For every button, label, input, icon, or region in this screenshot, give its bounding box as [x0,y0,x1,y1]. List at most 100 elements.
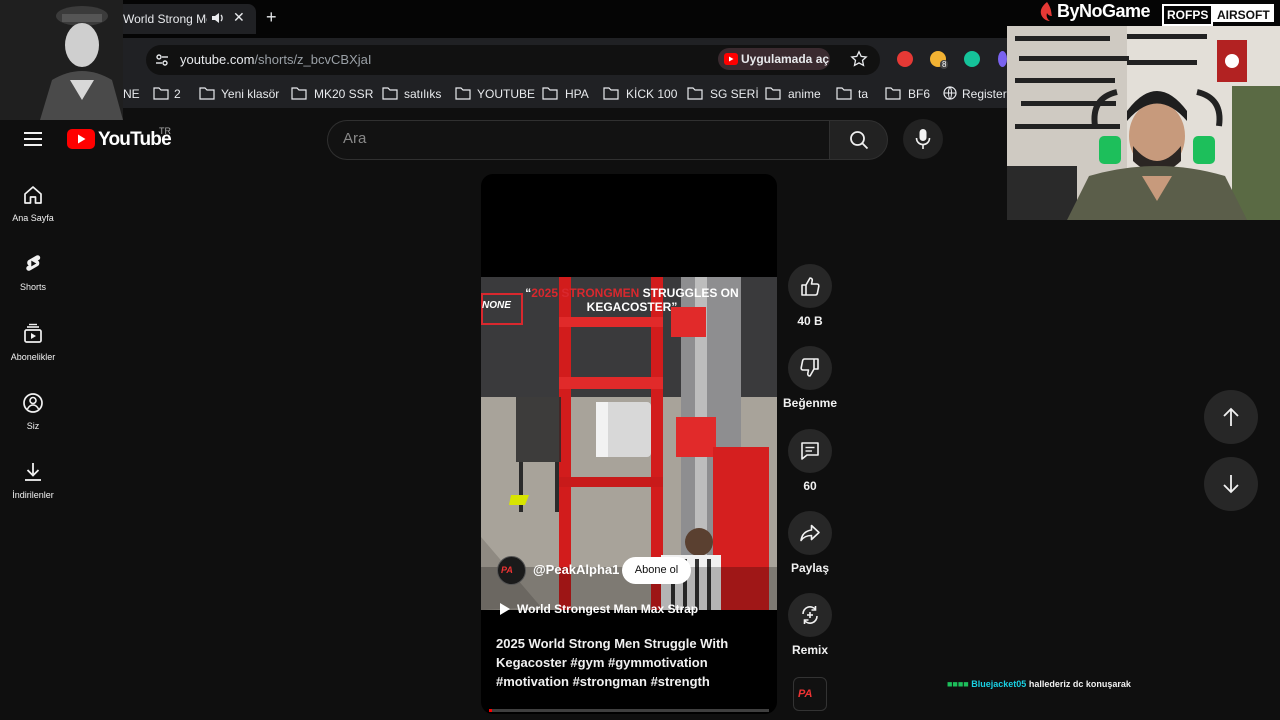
shorts-icon [26,255,41,271]
download-icon [25,463,41,481]
brand-logo-icon [1040,2,1052,21]
folder-icon [885,87,901,100]
url-text[interactable]: youtube.com/shorts/z_bcvCBXjaI [180,52,371,67]
folder-icon [542,87,558,100]
sidebar-item-label: Abonelikler [10,352,56,362]
extension-purple-icon[interactable] [998,51,1007,67]
chat-message: ■■■■ Bluejacket05 hallederiz dc konuşara… [947,679,1131,689]
sponsor-badge-right: AIRSOFT [1213,4,1274,22]
channel-avatar-initials: PA [501,565,513,575]
home-icon [24,186,42,204]
speaker-icon[interactable] [210,10,226,26]
bookmark-folder[interactable]: BF6 [908,87,930,101]
sidebar-item-subscriptions[interactable]: Abonelikler [0,320,66,386]
chat-text: hallederiz dc konuşarak [1028,679,1131,689]
tab-title: World Strong Men [123,12,207,26]
video-description[interactable]: 2025 World Strong Men Struggle With Kega… [496,634,756,691]
microphone-icon [915,129,931,149]
region-code: TR [159,126,171,136]
folder-icon [765,87,781,100]
folder-icon [603,87,619,100]
bookmark-folder[interactable]: SG SERİ [710,87,759,101]
url-path: /shorts/z_bcvCBXjaI [254,52,372,67]
subscribe-button[interactable]: Abone ol [622,557,691,584]
menu-icon[interactable] [22,130,44,148]
webcam-image [1007,26,1280,220]
previous-short-button[interactable] [1204,390,1258,444]
bookmark-folder[interactable]: Yeni klasör [221,87,279,101]
search-placeholder: Ara [343,130,367,147]
bookmark-folder[interactable]: satılıks [404,87,441,101]
close-tab-icon[interactable]: ✕ [233,9,245,26]
site-settings-icon[interactable] [153,51,171,69]
stream-brand-banner: ByNoGame ROFPS AIRSOFT [1036,0,1280,26]
thumbs-down-icon [800,358,819,377]
open-in-app-label: Uygulamada aç [741,52,830,66]
arrow-down-icon [1223,475,1239,494]
share-label: Paylaş [790,561,830,575]
video-overlay-title: “2025 STRONGMEN STRUGGLES ON KEGACOSTER” [525,286,739,314]
folder-icon [153,87,169,100]
sidebar-item-label: Ana Sayfa [12,213,54,223]
folder-icon [382,87,398,100]
brand-name: ByNoGame [1057,1,1151,21]
webcam-overlay [1007,26,1280,220]
youtube-app-icon [724,53,738,65]
subscriptions-icon [24,323,42,343]
youtube-logo-icon[interactable] [67,129,95,149]
comment-count: 60 [803,479,817,493]
sidebar-item-home[interactable]: Ana Sayfa [0,181,66,247]
grammarly-icon[interactable] [964,51,980,67]
bookmark-item[interactable]: NE [123,87,140,101]
remix-button[interactable] [788,593,832,637]
playlist-link[interactable]: World Strongest Man Max Strap [517,602,698,616]
comments-button[interactable] [788,429,832,473]
sponsor-badge-left: ROFPS [1162,4,1214,26]
extension-red-icon[interactable] [897,51,913,67]
sidebar-item-label: Shorts [19,282,46,292]
folder-icon [836,87,852,100]
remix-label: Remix [791,643,829,657]
remix-icon [802,606,818,624]
progress-bar[interactable] [489,709,769,712]
channel-handle[interactable]: @PeakAlpha1 [533,562,619,577]
channel-thumbnail-initials: PA [798,688,813,700]
bookmark-folder[interactable]: ta [858,87,868,101]
search-button[interactable] [829,120,888,160]
like-count: 40 B [797,314,823,328]
sidebar-item-label: Siz [26,421,40,431]
play-icon [500,603,510,615]
bookmark-folder[interactable]: 2 [174,87,181,101]
search-icon [850,131,869,150]
sidebar-item-shorts[interactable]: Shorts [0,250,66,316]
dislike-button[interactable] [788,346,832,390]
bookmark-link[interactable]: Register [962,87,1007,101]
url-host: youtube.com [180,52,255,67]
folder-icon [199,87,215,100]
bookmark-folder[interactable]: YOUTUBE [477,87,535,101]
search-input[interactable] [327,120,830,160]
bookmark-star-icon[interactable] [850,50,868,68]
bookmark-folder[interactable]: KİCK 100 [626,87,677,101]
thumbs-up-icon [801,277,820,296]
next-short-button[interactable] [1204,457,1258,511]
portrait-overlay [0,0,123,120]
account-icon [23,393,43,413]
bookmark-folder[interactable]: anime [788,87,821,101]
folder-icon [455,87,471,100]
bookmark-folder[interactable]: HPA [565,87,589,101]
comment-icon [801,442,819,460]
new-tab-icon[interactable]: + [266,7,277,28]
sidebar-item-downloads[interactable]: İndirilenler [0,458,66,524]
like-button[interactable] [788,264,832,308]
sidebar-item-label: İndirilenler [12,490,54,500]
share-icon [800,524,820,542]
globe-icon [943,86,957,100]
bookmark-folder[interactable]: MK20 SSR [314,87,373,101]
dislike-label: Beğenme [782,396,838,410]
voice-search-button[interactable] [903,119,943,159]
chat-badges-icon: ■■■■ [947,679,969,689]
sidebar-item-you[interactable]: Siz [0,389,66,455]
share-button[interactable] [788,511,832,555]
portrait-image [0,0,123,120]
